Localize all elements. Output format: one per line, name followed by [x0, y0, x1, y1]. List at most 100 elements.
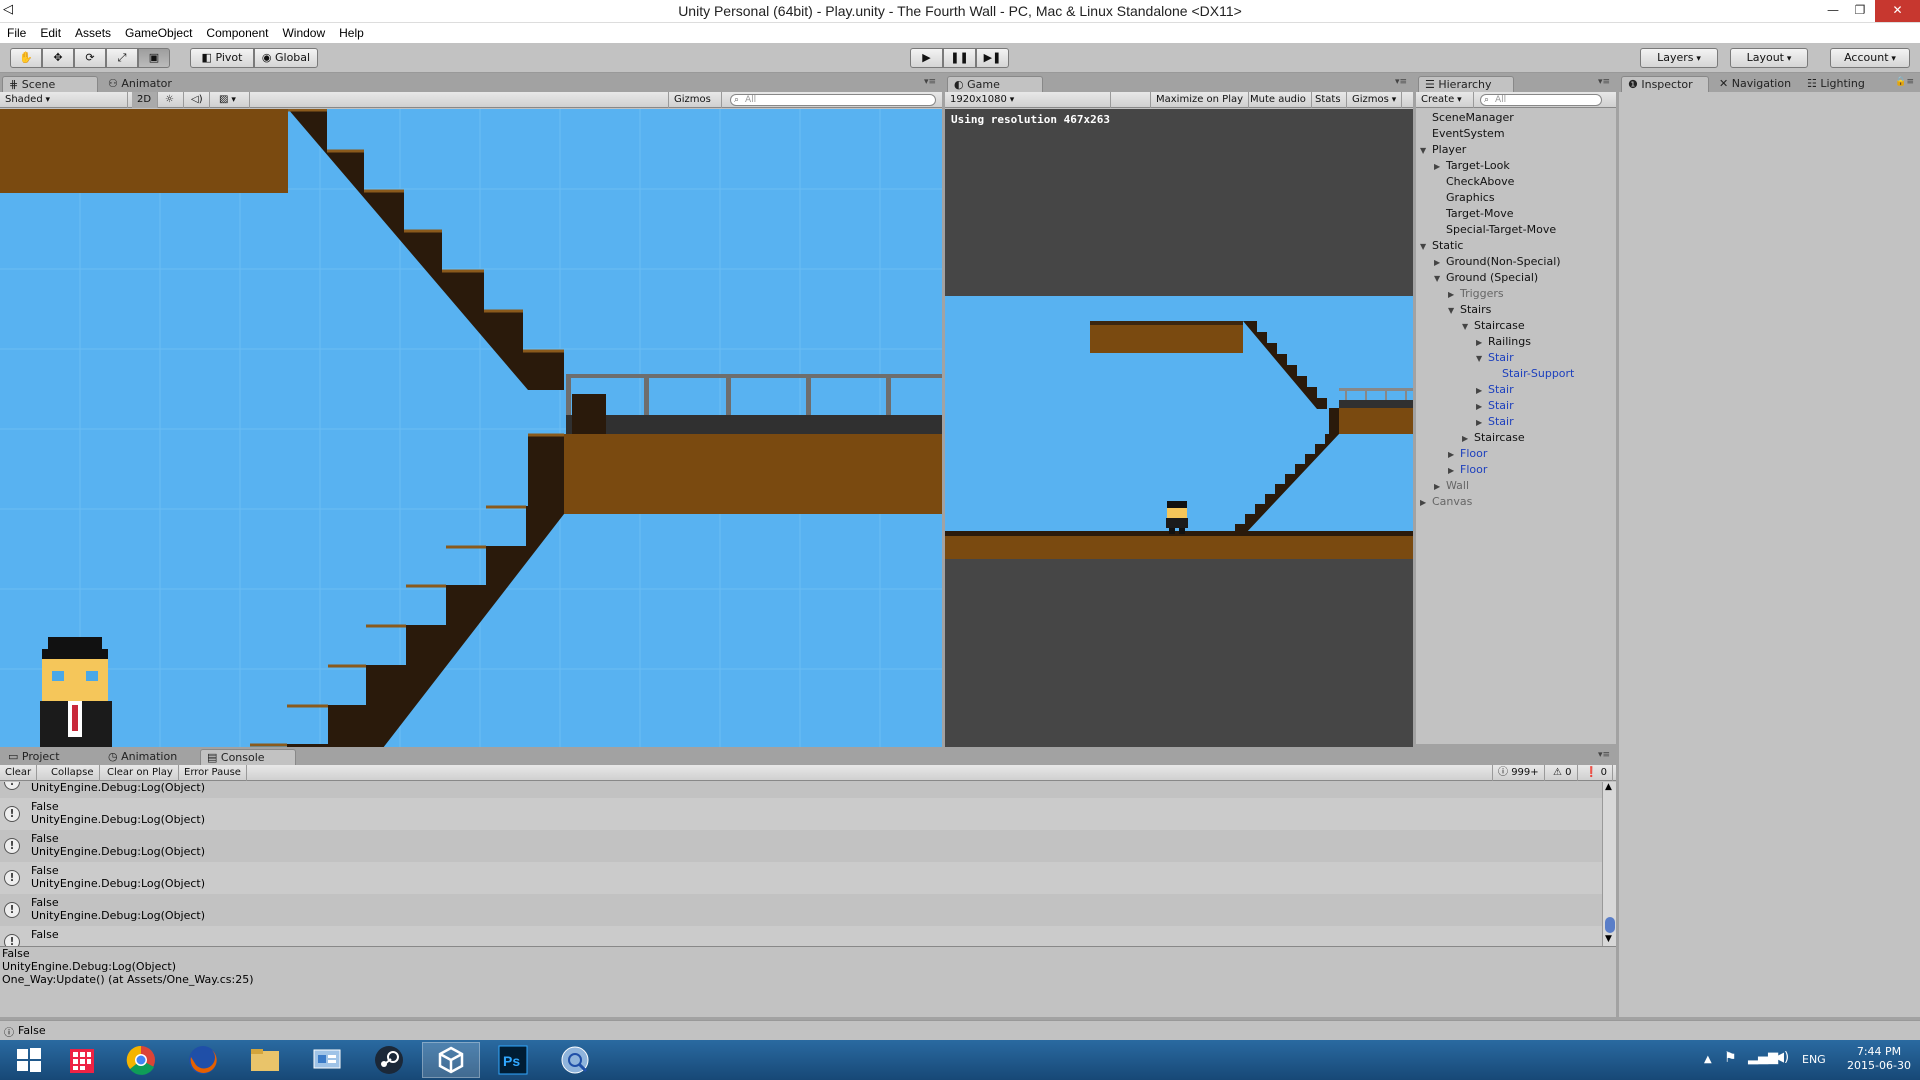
tab-inspector[interactable]: ❶ Inspector	[1621, 76, 1709, 92]
game-viewport[interactable]: Using resolution 467x263	[945, 109, 1413, 819]
menu-help[interactable]: Help	[332, 23, 371, 43]
console-options-icon[interactable]: ▾≡	[1598, 750, 1610, 760]
hierarchy-item[interactable]: ▼ Stairs	[1448, 302, 1491, 318]
layers-dropdown[interactable]: Layers	[1640, 48, 1718, 68]
tab-hierarchy[interactable]: ☰ Hierarchy	[1418, 76, 1514, 92]
hierarchy-item[interactable]: ▶ Target-Look	[1434, 158, 1510, 174]
taskbar-photoshop[interactable]: Ps	[484, 1042, 542, 1078]
tab-scene[interactable]: ⋕ Scene	[2, 76, 98, 92]
tab-project[interactable]: ▭ Project	[2, 749, 66, 765]
console-entry[interactable]: ! False UnityEngine.Debug:Log(Object)	[0, 894, 1602, 926]
expanded-arrow-icon[interactable]: ▼	[1434, 271, 1446, 287]
hierarchy-item[interactable]: ▶ Canvas	[1420, 494, 1472, 510]
error-count-toggle[interactable]: ❗ 0	[1580, 765, 1614, 781]
error-pause-toggle[interactable]: Error Pause	[179, 765, 247, 781]
console-entry[interactable]: ! False UnityEngine.Debug:Log(Object)	[0, 830, 1602, 862]
collapsed-arrow-icon[interactable]: ▶	[1476, 399, 1488, 415]
tab-navigation[interactable]: ✕ Navigation	[1713, 76, 1797, 92]
pause-button[interactable]: ❚❚	[943, 48, 976, 68]
stats-toggle[interactable]: Stats	[1310, 92, 1347, 108]
hierarchy-search-input[interactable]: All	[1480, 94, 1602, 106]
expanded-arrow-icon[interactable]: ▼	[1462, 319, 1474, 335]
taskbar-apps-button[interactable]	[52, 1042, 110, 1078]
expanded-arrow-icon[interactable]: ▼	[1420, 143, 1432, 159]
2d-toggle[interactable]: 2D	[132, 92, 158, 108]
game-gizmos-dropdown[interactable]: Gizmos	[1347, 92, 1403, 108]
hierarchy-item[interactable]: CheckAbove	[1434, 174, 1514, 190]
scale-tool-button[interactable]: ⤢	[106, 48, 138, 68]
tray-overflow-icon[interactable]: ▲	[1704, 1054, 1712, 1065]
taskbar-file-explorer[interactable]	[236, 1042, 294, 1078]
menu-component[interactable]: Component	[199, 23, 275, 43]
mute-audio-toggle[interactable]: Mute audio	[1245, 92, 1312, 108]
volume-icon[interactable]: ◀)	[1774, 1050, 1789, 1065]
console-collapse-button[interactable]: Collapse	[46, 765, 100, 781]
hierarchy-item[interactable]: ▶ Floor	[1448, 462, 1487, 478]
collapsed-arrow-icon[interactable]: ▶	[1420, 495, 1432, 511]
scroll-up-icon[interactable]: ▲	[1605, 782, 1612, 792]
collapsed-arrow-icon[interactable]: ▶	[1476, 383, 1488, 399]
menu-file[interactable]: File	[0, 23, 33, 43]
taskbar-firefox[interactable]	[174, 1042, 232, 1078]
restore-button[interactable]: ❐	[1845, 0, 1875, 22]
hierarchy-item[interactable]: SceneManager	[1420, 110, 1514, 126]
move-tool-button[interactable]: ✥	[42, 48, 74, 68]
hierarchy-item[interactable]: ▼ Player	[1420, 142, 1466, 158]
console-entry[interactable]: ! UnityEngine.Debug:Log(Object)	[0, 782, 1602, 798]
console-clear-button[interactable]: Clear	[0, 765, 38, 781]
lighting-toggle[interactable]: ☼	[160, 92, 184, 108]
audio-toggle[interactable]: ◁)	[186, 92, 210, 108]
taskbar-control-panel[interactable]	[298, 1042, 356, 1078]
taskbar-unity[interactable]	[422, 1042, 480, 1078]
hierarchy-item[interactable]: ▶ Railings	[1476, 334, 1531, 350]
hierarchy-item[interactable]: ▼ Staircase	[1462, 318, 1525, 334]
menu-assets[interactable]: Assets	[68, 23, 118, 43]
taskbar-chrome[interactable]	[112, 1042, 170, 1078]
tab-game[interactable]: ◐ Game	[947, 76, 1043, 92]
hierarchy-item[interactable]: ▼ Static	[1420, 238, 1463, 254]
menu-gameobject[interactable]: GameObject	[118, 23, 199, 43]
taskbar-clock[interactable]: 7:44 PM 2015-06-30	[1846, 1045, 1912, 1073]
collapsed-arrow-icon[interactable]: ▶	[1448, 463, 1460, 479]
hierarchy-create-dropdown[interactable]: Create	[1416, 92, 1474, 108]
hierarchy-item[interactable]: Graphics	[1434, 190, 1495, 206]
collapsed-arrow-icon[interactable]: ▶	[1476, 415, 1488, 431]
hierarchy-item[interactable]: ▼ Ground (Special)	[1434, 270, 1538, 286]
scene-search-input[interactable]: All	[730, 94, 936, 106]
collapsed-arrow-icon[interactable]: ▶	[1448, 447, 1460, 463]
clear-on-play-toggle[interactable]: Clear on Play	[102, 765, 179, 781]
tab-lighting[interactable]: ☷ Lighting	[1801, 76, 1871, 92]
tab-console[interactable]: ▤ Console	[200, 749, 296, 765]
expanded-arrow-icon[interactable]: ▼	[1476, 351, 1488, 367]
collapsed-arrow-icon[interactable]: ▶	[1434, 255, 1446, 271]
hierarchy-item[interactable]: EventSystem	[1420, 126, 1505, 142]
taskbar-network-tool[interactable]	[546, 1042, 604, 1078]
game-panel-options-icon[interactable]: ▾≡	[1395, 77, 1407, 87]
expanded-arrow-icon[interactable]: ▼	[1448, 303, 1460, 319]
expanded-arrow-icon[interactable]: ▼	[1420, 239, 1432, 255]
minimize-button[interactable]: —	[1818, 0, 1848, 22]
inspector-lock-icon[interactable]: 🔒≡	[1895, 77, 1914, 87]
console-scrollbar[interactable]: ▲ ▼	[1602, 782, 1616, 946]
hierarchy-item[interactable]: ▶ Triggers	[1448, 286, 1504, 302]
scene-gizmos-dropdown[interactable]: Gizmos	[668, 92, 722, 108]
rect-tool-button[interactable]: ▣	[138, 48, 170, 68]
pivot-button[interactable]: ◧ Pivot	[190, 48, 254, 68]
maximize-on-play-toggle[interactable]: Maximize on Play	[1150, 92, 1250, 108]
start-button[interactable]	[0, 1042, 58, 1078]
hierarchy-item[interactable]: ▶ Stair	[1476, 398, 1514, 414]
hierarchy-item[interactable]: ▶ Stair	[1476, 414, 1514, 430]
scene-viewport[interactable]	[0, 109, 942, 819]
collapsed-arrow-icon[interactable]: ▶	[1434, 479, 1446, 495]
log-count-toggle[interactable]: ⓘ 999+	[1492, 765, 1545, 781]
hand-tool-button[interactable]: ✋	[10, 48, 42, 68]
scroll-down-icon[interactable]: ▼	[1605, 934, 1612, 944]
console-log-list[interactable]: ! UnityEngine.Debug:Log(Object) ! False …	[0, 782, 1616, 946]
menu-edit[interactable]: Edit	[33, 23, 68, 43]
close-button[interactable]: ✕	[1875, 0, 1920, 22]
rotate-tool-button[interactable]: ⟳	[74, 48, 106, 68]
panel-options-icon[interactable]: ▾≡	[924, 77, 936, 87]
shading-mode-dropdown[interactable]: Shaded	[0, 92, 128, 108]
scrollbar-thumb[interactable]	[1605, 917, 1615, 933]
hierarchy-item[interactable]: ▶ Ground(Non-Special)	[1434, 254, 1561, 270]
